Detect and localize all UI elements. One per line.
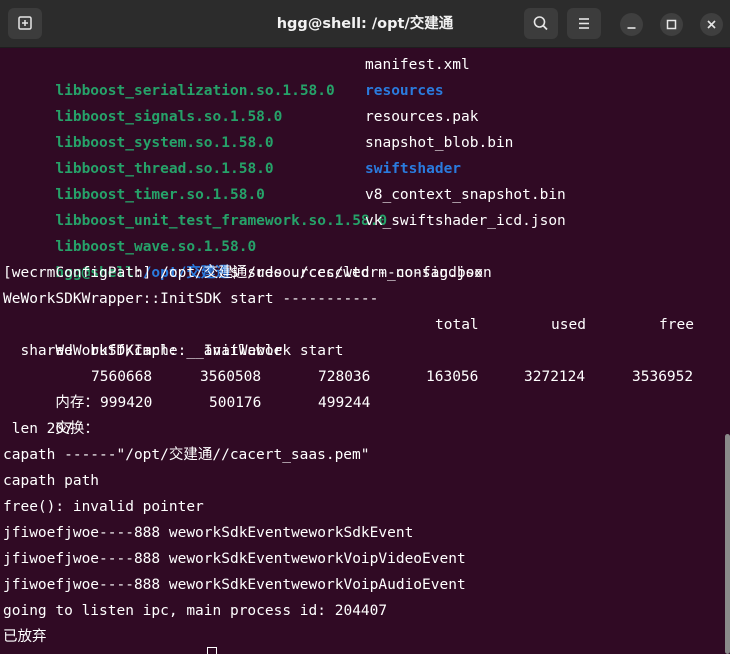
new-tab-button[interactable] [8,8,42,39]
mem-value: 3536952 [632,369,694,385]
mem-value: 163056 [426,369,479,385]
swap-value: 499244 [318,395,371,411]
search-button[interactable] [524,8,558,39]
output-line: WeWorkSDKImpl::__InitWework start total … [3,312,694,359]
minimize-icon [620,13,643,36]
search-icon [524,8,558,39]
window-title: hgg@shell: /opt/交建通 [276,16,454,32]
listing-file: manifest.xml [365,57,470,73]
close-icon [700,13,723,36]
listing-row: libboost_thread.so.1.58.0 snapshot_blob.… [3,130,513,177]
output-line: [wecrmConfigPath] /opt/交建通/resources/wec… [3,265,492,281]
listing-row: libboost_unit_test_framework.so.1.58.0 v… [3,182,565,229]
maximize-icon [660,13,683,36]
event-line: jfiwoefjwoe----888 weworkSdkEventweworkV… [3,577,466,593]
listing-row: libboost_system.so.1.58.0 resources.pak [3,104,478,151]
mem-header-used: used [551,317,586,333]
output-line: WeWorkSDKWrapper::InitSDK start --------… [3,291,379,307]
aborted-line: 已放弃 [3,629,47,645]
title-bar: hgg@shell: /opt/交建通 [0,0,730,48]
listing-directory: swiftshader [365,161,462,177]
swap-value: 999420 [100,395,153,411]
listing-row: libboost_timer.so.1.58.0 swiftshader [3,156,461,203]
new-tab-icon [8,8,42,39]
listing-file: resources.pak [365,109,479,125]
mem-row: 内存： 7560668 3560508 728036 163056 327212… [3,364,693,411]
mem-headers-row2: shared buff/cache available [3,343,283,359]
swap-value: 500176 [209,395,262,411]
swap-row: 交换： 999420 500176 499244 [3,390,370,437]
menu-button[interactable] [567,8,601,39]
scrollbar[interactable] [725,434,730,654]
listing-row: libboost_serialization.so.1.58.0 manifes… [3,52,469,99]
minimize-button[interactable] [620,13,643,36]
mem-header-free: free [659,317,694,333]
error-line: free(): invalid pointer [3,499,204,515]
mem-value: 7560668 [91,369,153,385]
listing-file: snapshot_blob.bin [365,135,514,151]
text-cursor [207,647,217,654]
listing-file: v8_context_snapshot.bin [365,187,566,203]
mem-value: 3272124 [524,369,586,385]
event-line: jfiwoefjwoe----888 weworkSdkEventweworkS… [3,525,414,541]
mem-value: 728036 [318,369,371,385]
event-line: jfiwoefjwoe----888 weworkSdkEventweworkV… [3,551,466,567]
output-line: capath path [3,473,100,489]
listing-file: vk_swiftshader_icd.json [365,213,566,229]
terminal-output[interactable]: libboost_serialization.so.1.58.0 manifes… [0,48,730,654]
listing-directory: resources [365,83,444,99]
mem-header-total: total [435,317,479,333]
command-line: hgg@shell:/opt/交建通$ sudo ./ccccltd --no-… [3,234,483,281]
hamburger-menu-icon [567,8,601,39]
listing-row: libboost_wave.so.1.58.0 vk_swiftshader_i… [3,208,565,255]
mem-value: 3560508 [200,369,262,385]
listing-row: libboost_signals.so.1.58.0 resources [3,78,443,125]
output-line: capath ------"/opt/交建通//cacert_saas.pem" [3,447,370,463]
close-button[interactable] [700,13,723,36]
terminal-window: hgg@shell: /opt/交建通 libboost_serializati… [0,0,730,654]
output-line: going to listen ipc, main process id: 20… [3,603,388,619]
maximize-button[interactable] [660,13,683,36]
output-line: len 207 [3,421,73,437]
